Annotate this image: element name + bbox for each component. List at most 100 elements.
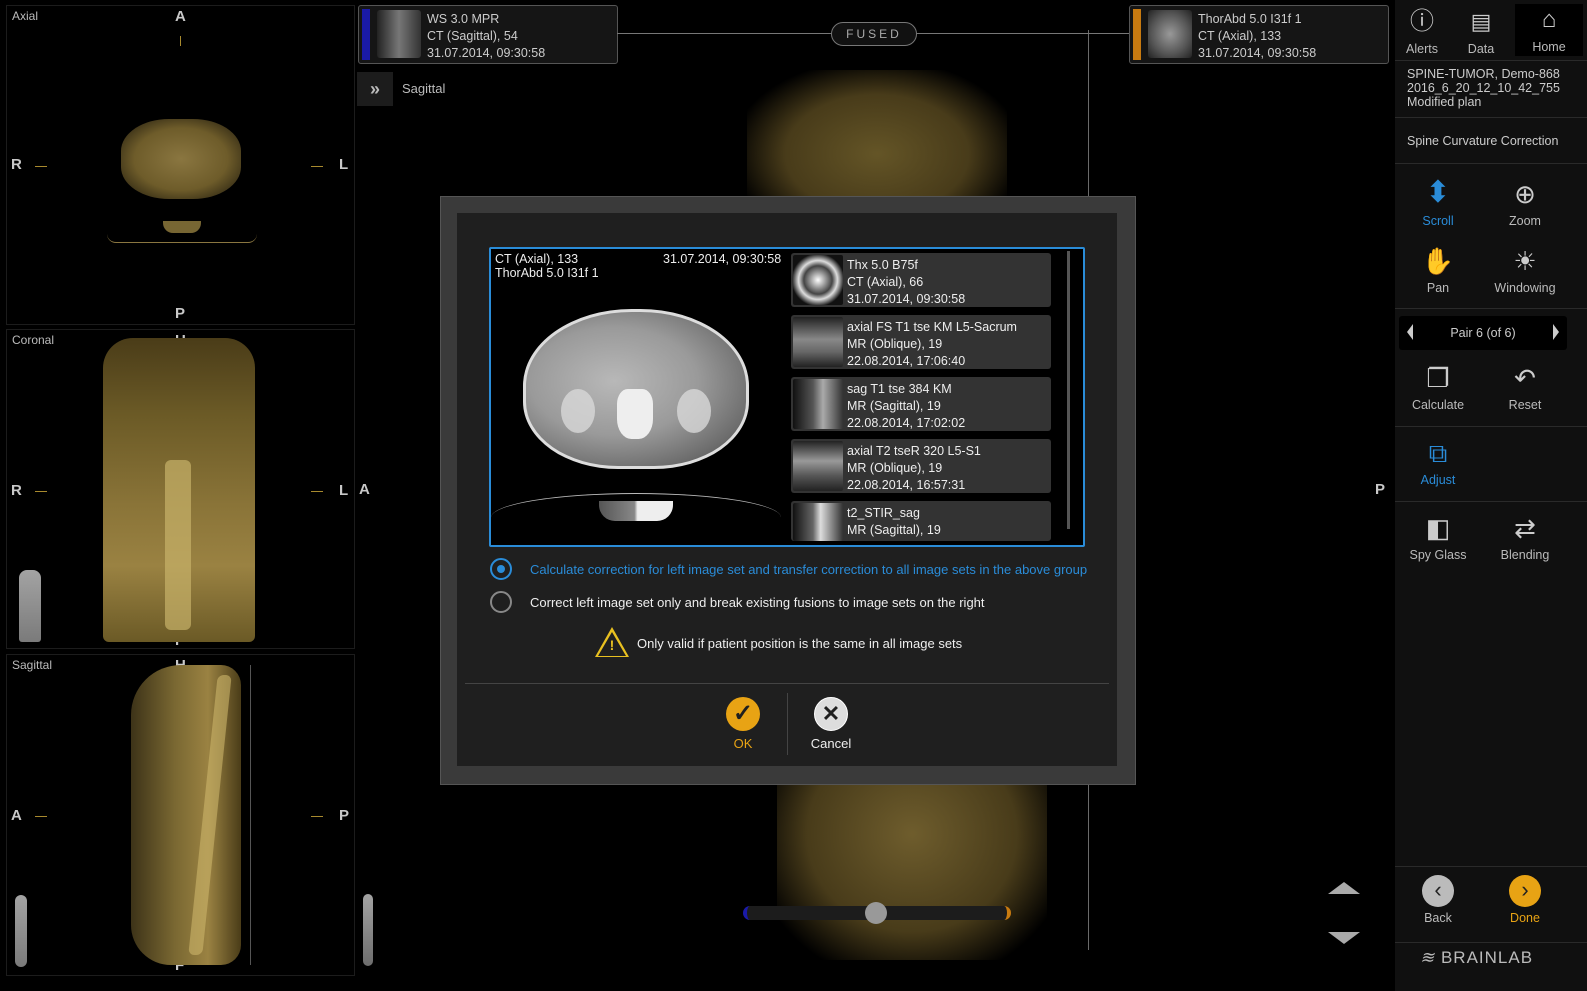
series-date: 31.07.2014, 09:30:58 xyxy=(427,46,546,60)
series-name: axial T2 tseR 320 L5-S1 xyxy=(847,444,981,458)
chevron-right-icon[interactable] xyxy=(1553,324,1559,340)
series-list-item[interactable]: sag T1 tse 384 KM MR (Sagittal), 19 22.0… xyxy=(791,377,1051,431)
blending-slider[interactable] xyxy=(743,902,1011,924)
calculate-label: Calculate xyxy=(1411,398,1465,412)
series-thumbnail xyxy=(793,503,843,541)
view-label: Sagittal xyxy=(402,81,446,96)
scroll-up-arrow-icon[interactable] xyxy=(1328,882,1360,894)
sagittal-viewport[interactable]: Sagittal H F A P xyxy=(6,654,355,976)
series-name: t2_STIR_sag xyxy=(847,506,920,520)
windowing-tool-button[interactable]: ☀ Windowing xyxy=(1482,245,1568,295)
series-thumbnail xyxy=(793,441,843,491)
alerts-label: Alerts xyxy=(1406,42,1438,56)
cancel-button[interactable]: ✕ Cancel xyxy=(805,697,857,751)
zoom-label: Zoom xyxy=(1509,214,1541,228)
series-color-stripe xyxy=(362,9,370,60)
info-icon: ⓘ xyxy=(1410,8,1434,35)
orientation-right: P xyxy=(339,807,350,824)
body-figure-icon xyxy=(363,894,373,966)
ok-button[interactable]: ✓ OK xyxy=(719,697,767,751)
cancel-label: Cancel xyxy=(810,736,852,751)
pan-hand-icon: ✋ xyxy=(1421,246,1455,276)
option-transfer-correction-label[interactable]: Calculate correction for left image set … xyxy=(530,562,1087,577)
spy-glass-button[interactable]: ◧ Spy Glass xyxy=(1395,512,1481,562)
blending-label: Blending xyxy=(1500,548,1550,562)
series-thumbnail xyxy=(793,379,843,429)
series-modality: MR (Sagittal), 19 xyxy=(847,523,941,537)
adjust-button[interactable]: ⧉ Adjust xyxy=(1395,437,1481,487)
home-icon: ⌂ xyxy=(1541,6,1557,33)
data-icon: ▤ xyxy=(1470,9,1492,34)
body-figure-icon xyxy=(15,895,27,967)
zoom-tool-button[interactable]: ⊕ Zoom xyxy=(1482,178,1568,228)
series-modality: MR (Oblique), 19 xyxy=(847,337,943,351)
preview-header: CT (Axial), 133 ThorAbd 5.0 I31f 1 xyxy=(495,252,599,280)
scroll-tool-button[interactable]: ⬍ Scroll xyxy=(1395,178,1481,229)
series-thumbnail xyxy=(793,255,843,305)
viewport-title: Axial xyxy=(12,9,39,23)
patient-id: 2016_6_20_12_10_42_755 xyxy=(1407,81,1560,95)
series-modality: MR (Sagittal), 19 xyxy=(847,399,941,413)
data-button[interactable]: ▤ Data xyxy=(1455,6,1507,56)
alerts-button[interactable]: ⓘ Alerts xyxy=(1396,6,1448,56)
double-chevron-right-icon: » xyxy=(369,79,380,99)
series-thumbnail xyxy=(793,317,843,367)
series-name: WS 3.0 MPR xyxy=(427,12,500,26)
orientation-right: L xyxy=(339,482,349,499)
series-date: 22.08.2014, 17:06:40 xyxy=(847,354,966,368)
orientation-left: A xyxy=(11,807,22,824)
series-list-scrollbar[interactable] xyxy=(1067,251,1070,529)
right-series-info[interactable]: ThorAbd 5.0 I31f 1 CT (Axial), 133 31.07… xyxy=(1129,5,1389,64)
pan-label: Pan xyxy=(1426,281,1450,295)
calculate-button[interactable]: ❐ Calculate xyxy=(1395,362,1481,412)
correction-dialog: CT (Axial), 133 ThorAbd 5.0 I31f 1 31.07… xyxy=(440,196,1136,785)
back-button[interactable]: ‹ Back xyxy=(1395,875,1481,925)
reset-button[interactable]: ↶ Reset xyxy=(1482,362,1568,412)
back-arrow-icon: ‹ xyxy=(1422,875,1454,907)
fused-indicator: FUSED xyxy=(831,22,917,46)
series-modality: CT (Axial), 133 xyxy=(1198,29,1282,43)
preview-date: 31.07.2014, 09:30:58 xyxy=(663,252,782,266)
adjust-label: Adjust xyxy=(1420,473,1456,487)
axial-viewport[interactable]: Axial A P R L xyxy=(6,5,355,325)
series-name: Thx 5.0 B75f xyxy=(847,258,918,272)
option-correct-left-only-radio[interactable] xyxy=(490,591,512,613)
coronal-viewport[interactable]: Coronal H F R L xyxy=(6,329,355,649)
scroll-down-arrow-icon[interactable] xyxy=(1328,932,1360,944)
expand-panel-button[interactable]: » xyxy=(357,72,393,106)
option-correct-left-only-label[interactable]: Correct left image set only and break ex… xyxy=(530,595,985,610)
series-list-item[interactable]: axial T2 tseR 320 L5-S1 MR (Oblique), 19… xyxy=(791,439,1051,493)
preview-series-name: ThorAbd 5.0 I31f 1 xyxy=(495,266,599,280)
series-list-item[interactable]: t2_STIR_sag MR (Sagittal), 19 xyxy=(791,501,1051,541)
pair-selector[interactable]: Pair 6 (of 6) xyxy=(1399,316,1567,350)
spy-glass-label: Spy Glass xyxy=(1409,548,1467,562)
series-list-item[interactable]: Thx 5.0 B75f CT (Axial), 66 31.07.2014, … xyxy=(791,253,1051,307)
blending-icon: ⇄ xyxy=(1514,513,1536,543)
orientation-left: A xyxy=(359,481,370,498)
series-list-item[interactable]: axial FS T1 tse KM L5-Sacrum MR (Oblique… xyxy=(791,315,1051,369)
home-button[interactable]: ⌂ Home xyxy=(1515,4,1583,56)
back-label: Back xyxy=(1424,911,1452,925)
series-thumbnail xyxy=(1148,10,1192,58)
home-label: Home xyxy=(1532,40,1566,54)
scroll-label: Scroll xyxy=(1422,214,1454,228)
series-color-stripe xyxy=(1133,9,1141,60)
series-name: sag T1 tse 384 KM xyxy=(847,382,952,396)
done-button[interactable]: › Done xyxy=(1482,875,1568,925)
orientation-bottom: P xyxy=(175,305,186,322)
pan-tool-button[interactable]: ✋ Pan xyxy=(1395,245,1481,295)
series-name: ThorAbd 5.0 I31f 1 xyxy=(1198,12,1302,26)
series-modality: CT (Axial), 66 xyxy=(847,275,924,289)
series-date: 22.08.2014, 17:02:02 xyxy=(847,416,966,430)
brainlab-logo-icon: ≋ xyxy=(1420,948,1441,967)
orientation-right: P xyxy=(1375,481,1386,498)
preview-series-modality: CT (Axial), 133 xyxy=(495,252,579,266)
option-transfer-correction-radio[interactable] xyxy=(490,558,512,580)
series-date: 22.08.2014, 16:57:31 xyxy=(847,478,966,492)
left-series-info[interactable]: WS 3.0 MPR CT (Sagittal), 54 31.07.2014,… xyxy=(358,5,618,64)
blending-slider-handle[interactable] xyxy=(865,902,887,924)
done-label: Done xyxy=(1510,911,1540,925)
checkmark-icon: ✓ xyxy=(726,697,760,731)
image-set-group-preview[interactable]: CT (Axial), 133 ThorAbd 5.0 I31f 1 31.07… xyxy=(489,247,1085,547)
blending-button[interactable]: ⇄ Blending xyxy=(1482,512,1568,562)
